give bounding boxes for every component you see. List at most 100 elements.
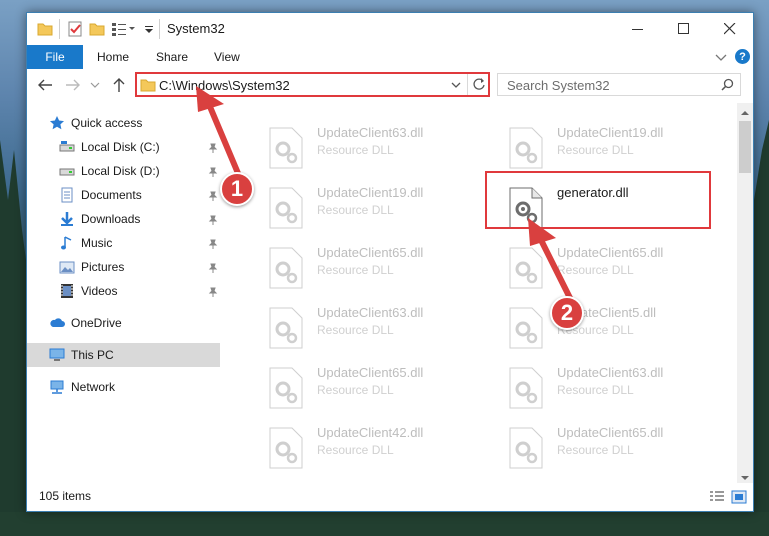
sidebar-item-downloads[interactable]: Downloads — [27, 207, 220, 231]
separator — [159, 19, 160, 39]
minimize-button[interactable] — [615, 13, 661, 45]
address-path: C:\Windows\System32 — [159, 78, 290, 93]
file-item[interactable]: UpdateClient42.dll Resource DLL — [245, 413, 465, 473]
sidebar-item-videos[interactable]: Videos — [27, 279, 220, 303]
file-item[interactable]: UpdateClient19.dll Resource DLL — [485, 113, 705, 173]
expand-ribbon-icon[interactable] — [715, 51, 727, 66]
sidebar-item-pictures[interactable]: Pictures — [27, 255, 220, 279]
file-name: UpdateClient65.dll — [317, 365, 424, 380]
folder-icon — [140, 77, 156, 96]
sidebar-item-label: Local Disk (D:) — [81, 164, 160, 178]
sidebar-item-label: This PC — [71, 348, 114, 362]
separator — [59, 19, 60, 39]
sidebar-item-documents[interactable]: Documents — [27, 183, 220, 207]
drive-icon — [59, 139, 75, 155]
recent-locations-button[interactable] — [89, 75, 101, 95]
file-name: UpdateClient63.dll — [317, 305, 424, 320]
file-item[interactable]: UpdateClient65.dll Resource DLL — [485, 233, 705, 293]
drive-icon — [59, 163, 75, 179]
videos-icon — [59, 283, 75, 299]
sidebar-item-label: OneDrive — [71, 316, 122, 330]
details-view-icon[interactable] — [709, 490, 725, 507]
address-dropdown-icon[interactable] — [451, 79, 461, 93]
tab-view[interactable]: View — [214, 45, 240, 69]
tab-home[interactable]: Home — [97, 45, 129, 69]
pin-icon[interactable] — [208, 286, 218, 297]
vertical-scrollbar[interactable] — [737, 103, 753, 483]
sidebar-item-label: Downloads — [81, 212, 141, 226]
sidebar-item-local-disk-d[interactable]: Local Disk (D:) — [27, 159, 220, 183]
address-bar[interactable]: C:\Windows\System32 — [135, 72, 490, 97]
minimize-icon — [632, 29, 643, 30]
sidebar-item-label: Pictures — [81, 260, 125, 274]
file-item[interactable]: UpdateClient63.dll Resource DLL — [245, 113, 465, 173]
search-icon[interactable] — [721, 78, 734, 94]
back-button[interactable] — [35, 75, 55, 95]
separator — [467, 74, 468, 95]
new-folder-icon[interactable] — [89, 21, 105, 37]
sidebar-item-network[interactable]: Network — [27, 375, 220, 399]
status-bar: 105 items — [27, 483, 753, 511]
sidebar-item-this-pc[interactable]: This PC — [27, 343, 220, 367]
folder-icon — [37, 21, 53, 37]
sidebar-item-label: Local Disk (C:) — [81, 140, 160, 154]
sidebar-item-music[interactable]: Music — [27, 231, 220, 255]
step-2-callout: 2 — [550, 296, 584, 330]
cloud-icon — [49, 315, 65, 331]
file-item[interactable]: UpdateClient63.dll Resource DLL — [485, 353, 705, 413]
network-icon — [49, 379, 65, 395]
window-title: System32 — [167, 21, 225, 36]
up-button[interactable] — [109, 75, 129, 95]
dll-file-icon — [509, 427, 543, 469]
dll-file-icon — [509, 307, 543, 349]
file-name: UpdateClient65.dll — [557, 245, 664, 260]
dropdown-arrow-icon[interactable] — [141, 21, 157, 37]
file-item[interactable]: UpdateClient65.dll Resource DLL — [245, 353, 465, 413]
sidebar-item-onedrive[interactable]: OneDrive — [27, 311, 220, 335]
ribbon-tabs: File Home Share View ? — [27, 45, 753, 69]
file-name: UpdateClient63.dll — [557, 365, 664, 380]
pin-icon[interactable] — [208, 166, 218, 177]
pin-icon[interactable] — [208, 214, 218, 225]
dll-file-icon — [269, 307, 303, 349]
search-box[interactable]: Search System32 — [497, 73, 741, 96]
dll-file-icon — [509, 127, 543, 169]
sidebar-item-quick-access[interactable]: Quick access — [27, 111, 220, 135]
sidebar-item-label: Videos — [81, 284, 118, 298]
pictures-icon — [59, 259, 75, 275]
customize-toolbar-icon[interactable] — [111, 21, 137, 37]
tab-file[interactable]: File — [27, 45, 83, 69]
maximize-button[interactable] — [661, 13, 707, 45]
file-item[interactable]: UpdateClient19.dll Resource DLL — [245, 173, 465, 233]
close-button[interactable] — [707, 13, 753, 45]
item-count: 105 items — [39, 489, 92, 503]
properties-icon[interactable] — [67, 21, 83, 37]
dll-file-icon — [509, 247, 543, 289]
dll-file-icon — [269, 427, 303, 469]
sidebar-item-label: Music — [81, 236, 113, 250]
file-name: UpdateClient19.dll — [557, 125, 664, 140]
forward-button[interactable] — [63, 75, 83, 95]
star-icon — [49, 115, 65, 131]
tab-share[interactable]: Share — [156, 45, 188, 69]
file-explorer-window: System32 File Home Share View ? C:\Windo… — [26, 12, 754, 512]
file-item[interactable]: UpdateClient5.dll Resource DLL — [485, 293, 705, 353]
large-icons-view-icon[interactable] — [731, 489, 747, 508]
navigation-bar: C:\Windows\System32 Search System32 — [27, 69, 753, 101]
pin-icon[interactable] — [208, 142, 218, 153]
close-icon — [724, 23, 736, 35]
pin-icon[interactable] — [208, 262, 218, 273]
refresh-icon[interactable] — [472, 77, 486, 94]
pin-icon[interactable] — [208, 238, 218, 249]
scroll-up-icon[interactable] — [740, 106, 750, 120]
file-type: Resource DLL — [557, 143, 634, 157]
file-item[interactable]: UpdateClient63.dll Resource DLL — [245, 293, 465, 353]
help-icon[interactable]: ? — [735, 49, 750, 64]
scroll-thumb[interactable] — [739, 121, 751, 173]
pin-icon[interactable] — [208, 190, 218, 201]
file-type: Resource DLL — [317, 263, 394, 277]
file-item[interactable]: UpdateClient65.dll Resource DLL — [485, 413, 705, 473]
file-type: Resource DLL — [317, 323, 394, 337]
sidebar-item-local-disk-c[interactable]: Local Disk (C:) — [27, 135, 220, 159]
file-item[interactable]: UpdateClient65.dll Resource DLL — [245, 233, 465, 293]
